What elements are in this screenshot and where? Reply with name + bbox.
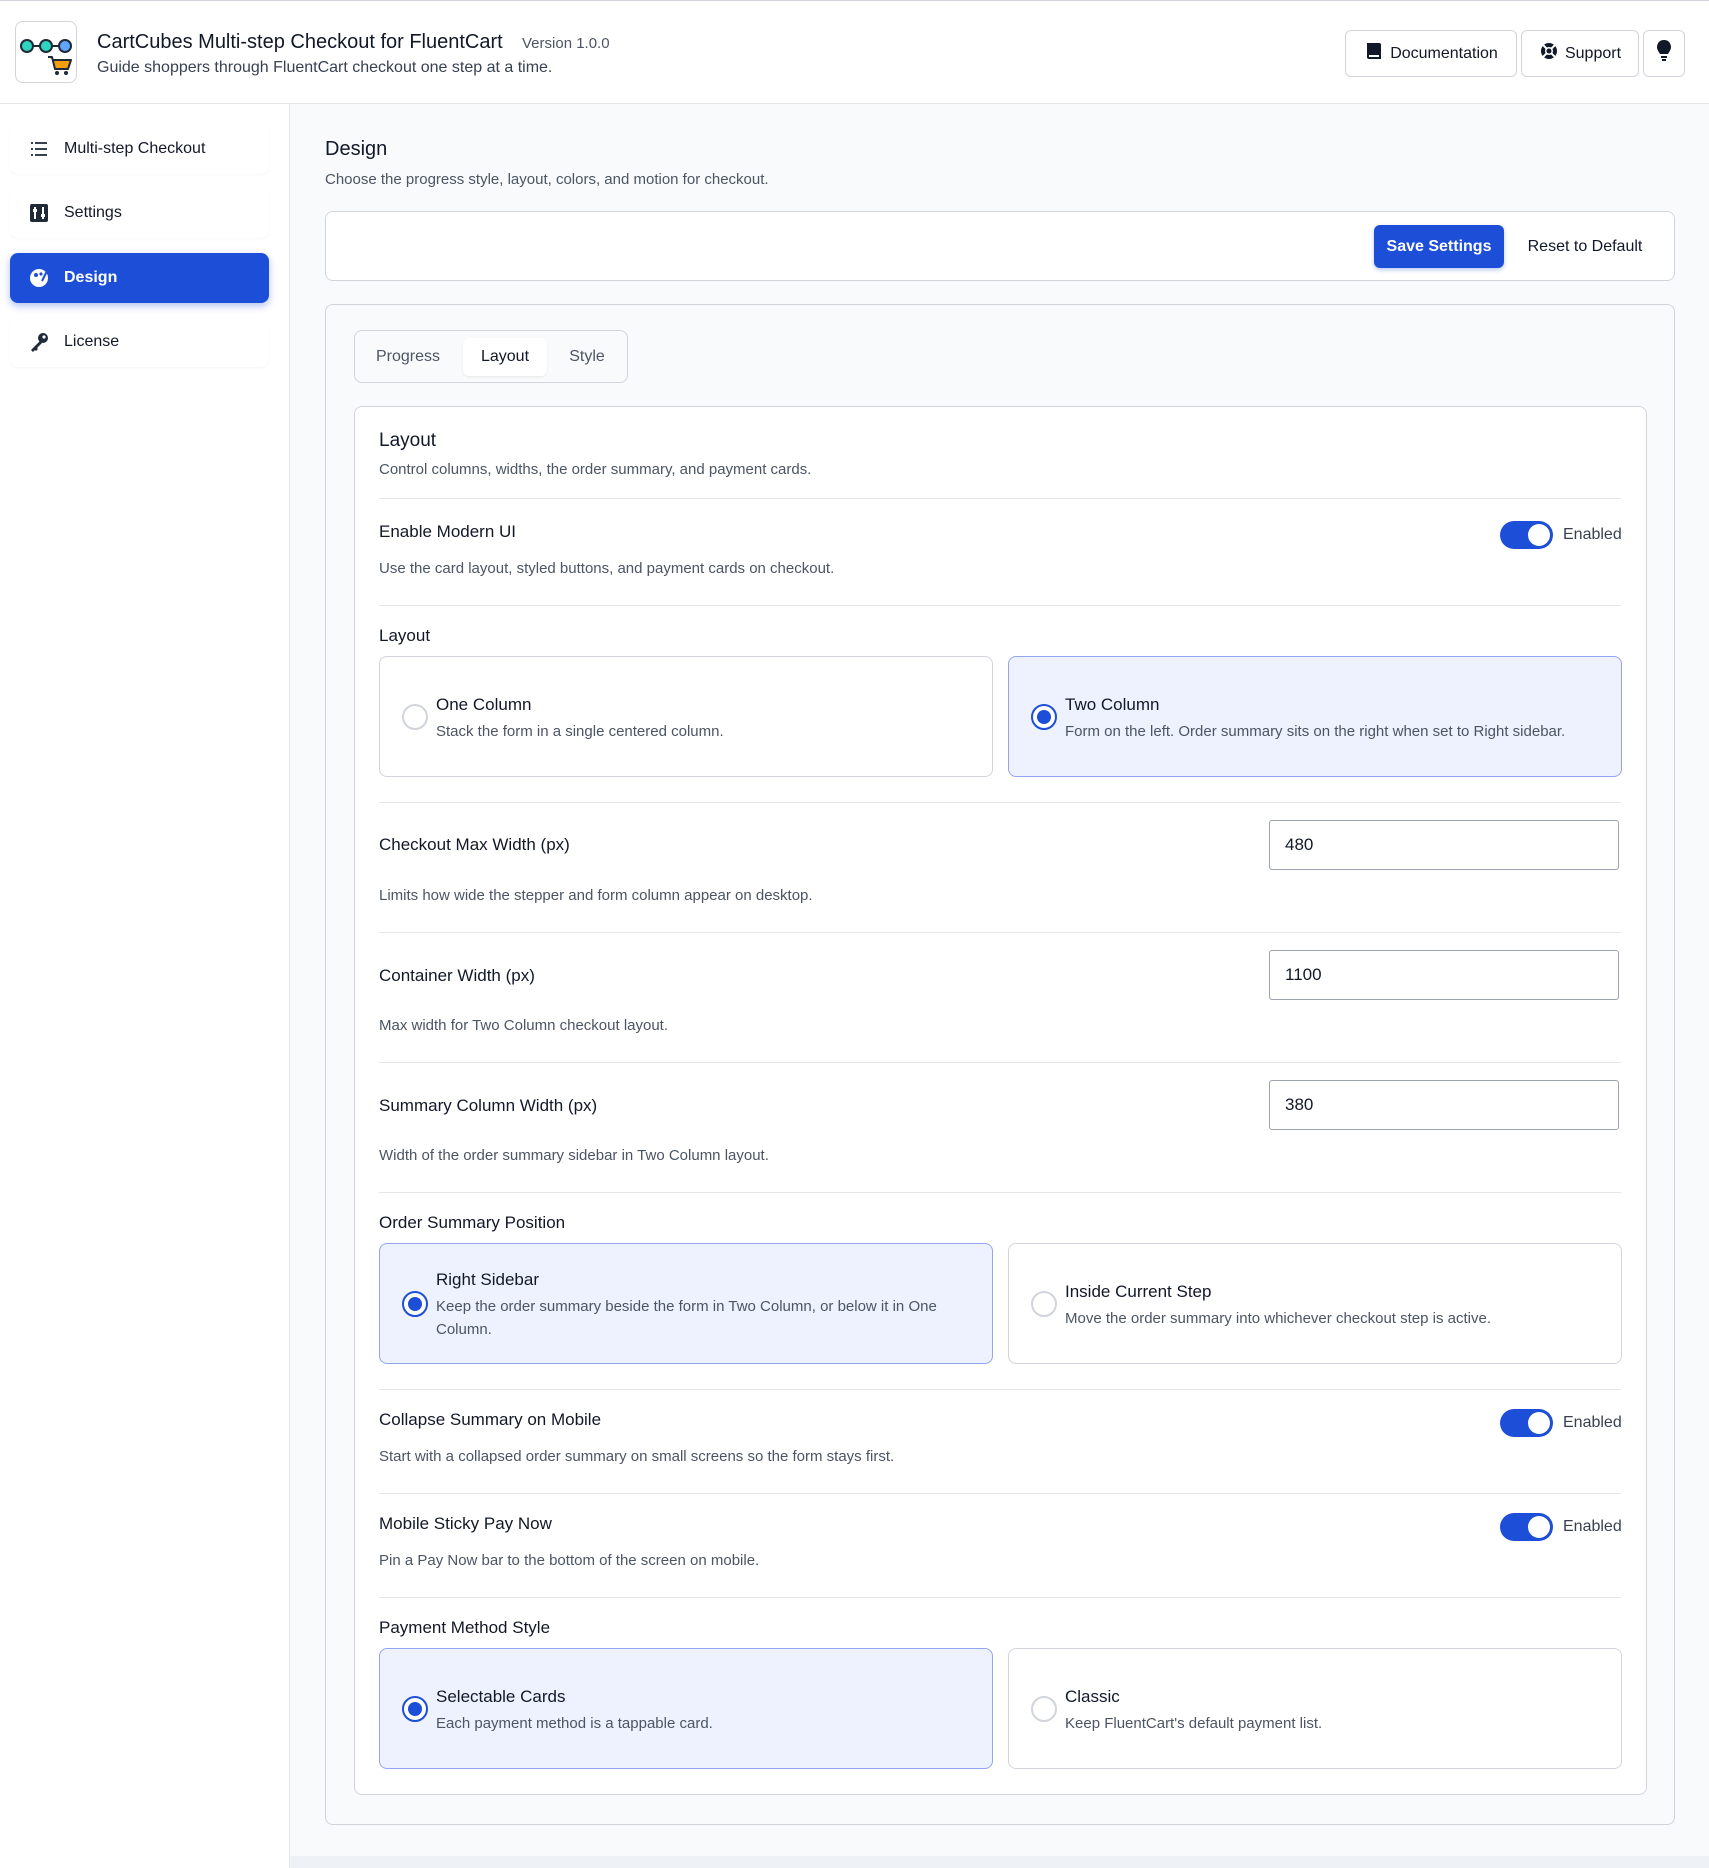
sidebar-item-label: Multi-step Checkout bbox=[64, 140, 206, 157]
modern-ui-toggle[interactable] bbox=[1500, 521, 1553, 549]
summary-column-width-input[interactable] bbox=[1269, 1080, 1619, 1130]
documentation-label: Documentation bbox=[1390, 44, 1498, 62]
layout-option-one-column[interactable]: One Column Stack the form in a single ce… bbox=[379, 656, 993, 777]
collapse-summary-description: Start with a collapsed order summary on … bbox=[379, 1448, 895, 1465]
layout-section-title: Layout bbox=[379, 430, 437, 451]
support-label: Support bbox=[1564, 44, 1622, 62]
sticky-pay-now-description: Pin a Pay Now bar to the bottom of the s… bbox=[379, 1552, 760, 1569]
page-subtitle: Choose the progress style, layout, color… bbox=[325, 171, 769, 188]
sidebar-item-label: License bbox=[64, 333, 120, 350]
checkout-max-width-label: Checkout Max Width (px) bbox=[379, 835, 570, 854]
lightbulb-icon bbox=[1656, 39, 1672, 68]
page-title: Design bbox=[325, 138, 388, 160]
option-description: Each payment method is a tappable card. bbox=[436, 1715, 713, 1732]
summary-column-width-label: Summary Column Width (px) bbox=[379, 1096, 598, 1115]
tab-style[interactable]: Style bbox=[553, 338, 621, 376]
app-logo-icon bbox=[15, 21, 77, 83]
payment-option-classic[interactable]: Classic Keep FluentCart's default paymen… bbox=[1008, 1648, 1622, 1769]
divider bbox=[379, 1597, 1621, 1598]
sidebar-item-design[interactable]: Design bbox=[10, 253, 269, 303]
modern-ui-status: Enabled bbox=[1563, 526, 1622, 543]
sticky-pay-now-toggle[interactable] bbox=[1500, 1513, 1553, 1541]
summary-option-right-sidebar[interactable]: Right Sidebar Keep the order summary bes… bbox=[379, 1243, 993, 1364]
divider bbox=[379, 802, 1621, 803]
container-width-input[interactable] bbox=[1269, 950, 1619, 1000]
sidebar: Multi-step Checkout Settings Design Lice… bbox=[0, 104, 290, 1868]
tab-progress[interactable]: Progress bbox=[362, 338, 454, 376]
radio-one-column[interactable] bbox=[402, 704, 428, 730]
layout-section-subtitle: Control columns, widths, the order summa… bbox=[379, 461, 812, 478]
reset-to-default-button[interactable]: Reset to Default bbox=[1510, 225, 1660, 268]
save-settings-button[interactable]: Save Settings bbox=[1374, 225, 1504, 268]
book-icon bbox=[1364, 41, 1384, 66]
sticky-pay-now-label: Mobile Sticky Pay Now bbox=[379, 1514, 552, 1533]
option-description: Keep the order summary beside the form i… bbox=[436, 1298, 937, 1338]
app-header: CartCubes Multi-step Checkout for Fluent… bbox=[0, 0, 1709, 104]
option-title: Inside Current Step bbox=[1065, 1282, 1212, 1301]
radio-right-sidebar[interactable] bbox=[402, 1291, 428, 1317]
palette-icon bbox=[28, 267, 50, 289]
sidebar-item-label: Settings bbox=[64, 204, 122, 221]
divider bbox=[379, 605, 1621, 606]
container-width-label: Container Width (px) bbox=[379, 966, 535, 985]
divider bbox=[379, 1062, 1621, 1063]
radio-selectable-cards[interactable] bbox=[402, 1696, 428, 1722]
option-title: Two Column bbox=[1065, 695, 1160, 714]
collapse-summary-toggle[interactable] bbox=[1500, 1409, 1553, 1437]
lifebuoy-icon bbox=[1539, 41, 1559, 66]
option-description: Keep FluentCart's default payment list. bbox=[1065, 1715, 1323, 1732]
list-icon bbox=[28, 138, 50, 160]
summary-column-width-description: Width of the order summary sidebar in Tw… bbox=[379, 1147, 769, 1164]
sticky-pay-now-status: Enabled bbox=[1563, 1518, 1622, 1535]
option-title: Classic bbox=[1065, 1687, 1120, 1706]
divider bbox=[379, 1389, 1621, 1390]
theme-toggle-button[interactable] bbox=[1643, 30, 1685, 77]
app-version: Version 1.0.0 bbox=[522, 35, 610, 52]
sidebar-item-license[interactable]: License bbox=[10, 317, 269, 367]
container-width-description: Max width for Two Column checkout layout… bbox=[379, 1017, 669, 1034]
payment-option-selectable-cards[interactable]: Selectable Cards Each payment method is … bbox=[379, 1648, 993, 1769]
radio-two-column[interactable] bbox=[1031, 704, 1057, 730]
support-button[interactable]: Support bbox=[1521, 30, 1639, 77]
modern-ui-label: Enable Modern UI bbox=[379, 522, 517, 541]
tab-layout[interactable]: Layout bbox=[463, 338, 547, 376]
divider bbox=[379, 1493, 1621, 1494]
summary-option-inside-current-step[interactable]: Inside Current Step Move the order summa… bbox=[1008, 1243, 1622, 1364]
collapse-summary-label: Collapse Summary on Mobile bbox=[379, 1410, 602, 1429]
documentation-button[interactable]: Documentation bbox=[1345, 30, 1517, 77]
sidebar-item-settings[interactable]: Settings bbox=[10, 188, 269, 238]
app-tagline: Guide shoppers through FluentCart checko… bbox=[97, 59, 553, 76]
collapse-summary-status: Enabled bbox=[1563, 1414, 1622, 1431]
divider bbox=[379, 932, 1621, 933]
payment-method-style-label: Payment Method Style bbox=[379, 1618, 551, 1637]
radio-classic[interactable] bbox=[1031, 1696, 1057, 1722]
modern-ui-description: Use the card layout, styled buttons, and… bbox=[379, 560, 835, 577]
page-footer-strip bbox=[290, 1856, 1709, 1868]
option-title: Selectable Cards bbox=[436, 1687, 566, 1706]
option-description: Move the order summary into whichever ch… bbox=[1065, 1310, 1492, 1327]
order-summary-position-label: Order Summary Position bbox=[379, 1213, 566, 1232]
option-title: One Column bbox=[436, 695, 532, 714]
sidebar-item-multi-step-checkout[interactable]: Multi-step Checkout bbox=[10, 124, 269, 174]
option-title: Right Sidebar bbox=[436, 1270, 540, 1289]
checkout-max-width-input[interactable] bbox=[1269, 820, 1619, 870]
key-icon bbox=[28, 331, 50, 353]
sidebar-item-label: Design bbox=[64, 269, 118, 286]
radio-inside-current-step[interactable] bbox=[1031, 1291, 1057, 1317]
option-description: Form on the left. Order summary sits on … bbox=[1065, 723, 1566, 740]
divider bbox=[379, 1192, 1621, 1193]
app-title: CartCubes Multi-step Checkout for Fluent… bbox=[97, 31, 503, 53]
option-description: Stack the form in a single centered colu… bbox=[436, 723, 724, 740]
divider bbox=[379, 498, 1621, 499]
checkout-max-width-description: Limits how wide the stepper and form col… bbox=[379, 887, 813, 904]
layout-label: Layout bbox=[379, 626, 431, 645]
layout-option-two-column[interactable]: Two Column Form on the left. Order summa… bbox=[1008, 656, 1622, 777]
sliders-icon bbox=[28, 202, 50, 224]
